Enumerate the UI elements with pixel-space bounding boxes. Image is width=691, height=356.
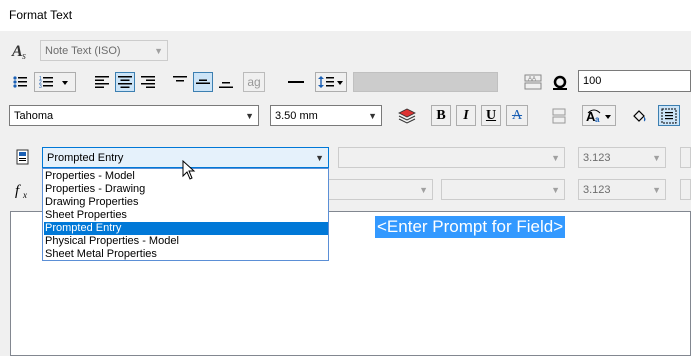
background-fill-button[interactable] <box>628 105 650 126</box>
bold-label: B <box>436 107 446 123</box>
precision-value-2: 3.123 <box>583 183 611 196</box>
frame-button[interactable] <box>658 105 680 126</box>
font-value: Tahoma <box>14 109 54 122</box>
color-layers-icon <box>398 108 416 124</box>
bullet-list-icon <box>13 76 27 88</box>
function-icon: fx <box>14 182 34 200</box>
text-style-combo[interactable]: Note Text (ISO) ▼ <box>40 40 168 61</box>
dropdown-option-prompted-entry[interactable]: Prompted Entry <box>44 222 328 235</box>
window-title: Format Text <box>9 8 73 22</box>
svg-text:s: s <box>22 51 26 60</box>
strikethrough-label: A <box>511 107 523 123</box>
title-bar: Format Text <box>0 0 691 31</box>
dropdown-option-physical-properties-model[interactable]: Physical Properties - Model <box>44 235 328 248</box>
paint-bucket-icon <box>633 109 646 122</box>
svg-text:3: 3 <box>39 84 42 89</box>
mouse-cursor-icon <box>182 159 196 180</box>
precision-combo-1[interactable]: 3.123 ▼ <box>578 147 666 168</box>
align-center-icon <box>118 76 132 88</box>
svg-text:f: f <box>15 183 21 199</box>
units-combo[interactable]: ▼ <box>441 179 565 200</box>
valign-bottom-button[interactable] <box>216 72 236 92</box>
add-field-button[interactable] <box>680 147 691 168</box>
case-button[interactable]: Aa <box>582 105 616 126</box>
chevron-down-icon: ▼ <box>315 152 324 163</box>
document-field-icon <box>15 149 31 165</box>
underline-label: U <box>485 107 497 123</box>
stack-icon: AA <box>524 74 542 90</box>
property-combo[interactable]: ▼ <box>338 147 565 168</box>
case-icon: Aa <box>586 109 611 124</box>
font-size-value: 3.50 mm <box>275 109 318 122</box>
chevron-down-icon: ▼ <box>551 184 560 195</box>
valign-middle-icon <box>196 79 210 84</box>
field-type-dropdown: Properties - Model Properties - Drawing … <box>42 168 329 261</box>
font-size-combo[interactable]: 3.50 mm ▼ <box>270 105 382 126</box>
line-spacing-icon <box>318 76 343 88</box>
italic-label: I <box>463 107 469 123</box>
text-style-icon: As <box>11 42 31 62</box>
align-left-icon <box>95 76 109 88</box>
numbered-list-button[interactable]: 123 <box>34 72 76 92</box>
svg-text:a: a <box>595 115 600 124</box>
valign-top-button[interactable] <box>170 72 190 92</box>
dropdown-option-sheet-metal-properties[interactable]: Sheet Metal Properties <box>44 248 328 261</box>
line-spacing-button[interactable] <box>315 72 347 92</box>
fraction-icon <box>552 108 566 123</box>
chevron-down-icon: ▼ <box>419 184 428 195</box>
precision-combo-2[interactable]: 3.123 ▼ <box>578 179 666 200</box>
chevron-down-icon: ▼ <box>652 152 661 163</box>
width-factor-icon <box>550 73 570 91</box>
horizontal-line-icon <box>288 81 304 83</box>
stack-button[interactable]: AA <box>522 72 544 92</box>
valign-top-icon <box>173 76 187 82</box>
text-style-value: Note Text (ISO) <box>45 44 121 57</box>
width-factor-value: 100 <box>583 75 602 87</box>
dropdown-option-drawing-properties[interactable]: Drawing Properties <box>44 196 328 209</box>
underline-button[interactable]: U <box>481 105 501 126</box>
prompt-field-text[interactable]: <Enter Prompt for Field> <box>375 216 566 238</box>
chevron-down-icon: ▼ <box>652 184 661 195</box>
chevron-down-icon: ▼ <box>551 152 560 163</box>
frame-icon <box>661 108 677 123</box>
svg-text:AA: AA <box>528 77 536 83</box>
chevron-down-icon: ▼ <box>245 110 254 121</box>
align-right-icon <box>141 76 155 88</box>
ag-label: ag <box>247 75 261 89</box>
align-center-button[interactable] <box>115 72 135 92</box>
chevron-down-icon: ▼ <box>368 110 377 121</box>
precision-value-1: 3.123 <box>583 151 611 164</box>
font-combo[interactable]: Tahoma ▼ <box>9 105 259 126</box>
width-factor-field[interactable]: 100 <box>578 70 691 92</box>
bold-button[interactable]: B <box>431 105 451 126</box>
numbered-list-icon: 123 <box>39 76 68 89</box>
field-type-value: Prompted Entry <box>47 151 124 164</box>
bullet-list-button[interactable] <box>9 72 31 92</box>
stack-fraction-button[interactable] <box>548 105 570 126</box>
dropdown-option-properties-drawing[interactable]: Properties - Drawing <box>44 183 328 196</box>
text-color-button[interactable] <box>396 105 418 126</box>
svg-text:x: x <box>22 190 27 200</box>
align-right-button[interactable] <box>138 72 158 92</box>
line-button[interactable] <box>285 72 307 92</box>
valign-bottom-icon <box>219 82 233 88</box>
valign-middle-button[interactable] <box>193 72 213 92</box>
dropdown-option-sheet-properties[interactable]: Sheet Properties <box>44 209 328 222</box>
italic-button[interactable]: I <box>456 105 476 126</box>
add-parameter-button[interactable] <box>680 179 691 200</box>
line-spacing-value-field[interactable] <box>353 72 498 92</box>
strikethrough-button[interactable]: A <box>506 105 528 126</box>
align-left-button[interactable] <box>92 72 112 92</box>
chevron-down-icon: ▼ <box>154 45 163 56</box>
ag-button[interactable]: ag <box>243 72 265 92</box>
